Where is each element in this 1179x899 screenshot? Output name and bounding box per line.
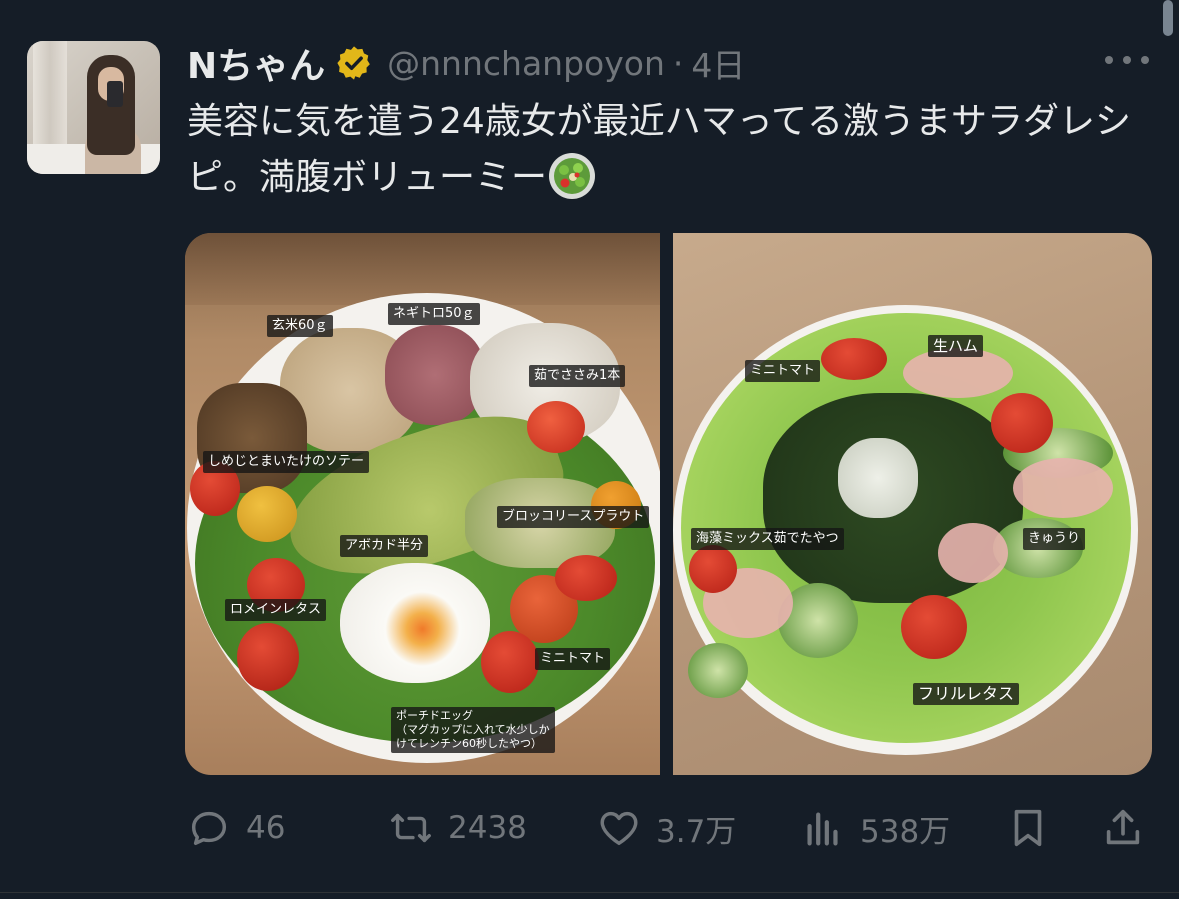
tweet-body: 美容に気を遣う24歳女が最近ハマってる激うまサラダレシピ。満腹ボリューミー: [187, 101, 1132, 198]
tomato: [481, 631, 539, 693]
label-genmai: 玄米60ｇ: [267, 315, 333, 337]
label-kyuri: きゅうり: [1023, 528, 1086, 550]
label-minitomato: ミニトマト: [745, 360, 821, 382]
label-namaham: 生ハム: [928, 335, 984, 357]
tweet-header: Nちゃん @nnnchanpoyon · 4日: [187, 38, 745, 88]
photo-right[interactable]: ミニトマト 生ハム 海藻ミックス茹でたやつ きゅうり フリルレタス: [673, 233, 1152, 775]
more-dot: [1105, 56, 1113, 64]
label-romaine: ロメインレタス: [225, 599, 327, 621]
verified-badge-icon: [337, 46, 370, 80]
views-button[interactable]: 538万: [800, 800, 950, 856]
avatar[interactable]: [27, 41, 160, 174]
separator-dot: ·: [672, 43, 684, 83]
tweet-text: 美容に気を遣う24歳女が最近ハマってる激うまサラダレシピ。満腹ボリューミー: [187, 94, 1147, 206]
scrollbar[interactable]: [1163, 0, 1173, 36]
user-handle[interactable]: @nnnchanpoyon: [387, 44, 665, 83]
divider: [0, 892, 1179, 893]
reply-count: 46: [246, 810, 286, 846]
bookmark-button[interactable]: [1005, 800, 1051, 856]
label-sasami: 茹でささみ1本: [529, 365, 626, 387]
like-count: 3.7万: [656, 813, 737, 850]
views-count: 538万: [860, 813, 951, 850]
label-frill: フリルレタス: [913, 683, 1020, 705]
more-dot: [1141, 56, 1149, 64]
retweet-count: 2438: [448, 810, 527, 846]
avatar-phone: [107, 81, 123, 107]
label-minitomato: ミニトマト: [535, 648, 611, 670]
share-icon: [1106, 809, 1140, 845]
tomato: [555, 555, 617, 601]
noodles: [838, 438, 918, 518]
share-button[interactable]: [1100, 800, 1146, 856]
salad-bowl-icon: [549, 153, 596, 199]
media-divider: [660, 233, 673, 775]
label-negitoro: ネギトロ50ｇ: [388, 303, 480, 325]
retweet-button[interactable]: 2438: [388, 800, 527, 856]
tomato: [527, 401, 585, 453]
reply-button[interactable]: 46: [186, 800, 285, 856]
action-bar: 46 2438 3.7万 538万: [0, 800, 1179, 856]
timestamp[interactable]: 4日: [691, 39, 745, 87]
egg: [340, 563, 490, 683]
like-button[interactable]: 3.7万: [596, 800, 736, 856]
label-kaiso: 海藻ミックス茹でたやつ: [691, 528, 844, 550]
label-shimeji: しめじとまいたけのソテー: [203, 451, 370, 473]
reply-icon: [191, 811, 227, 846]
cucumber: [688, 643, 748, 698]
tomato: [901, 595, 967, 659]
label-poached-egg: ポーチドエッグ （マグカップに入れて水少しか けてレンチン60秒したやつ）: [391, 707, 555, 753]
display-name[interactable]: Nちゃん: [187, 37, 325, 89]
ham: [938, 523, 1008, 583]
retweet-icon: [391, 813, 431, 843]
bookmark-icon: [1014, 809, 1042, 847]
tomato: [237, 486, 297, 542]
tomato: [689, 545, 737, 593]
analytics-icon: [807, 812, 838, 846]
tomato: [991, 393, 1053, 453]
ham: [1013, 458, 1113, 518]
label-avocado: アボカド半分: [340, 535, 429, 557]
label-broccoli: ブロッコリースプラウト: [497, 506, 650, 528]
tomato: [821, 338, 887, 380]
tomato: [237, 623, 299, 691]
more-options-icon[interactable]: [1105, 48, 1149, 72]
heart-icon: [600, 811, 638, 846]
tweet-media[interactable]: 玄米60ｇ ネギトロ50ｇ 茹でささみ1本 しめじとまいたけのソテー ブロッコリ…: [185, 233, 1152, 775]
more-dot: [1123, 56, 1131, 64]
photo-left[interactable]: 玄米60ｇ ネギトロ50ｇ 茹でささみ1本 しめじとまいたけのソテー ブロッコリ…: [185, 233, 660, 775]
